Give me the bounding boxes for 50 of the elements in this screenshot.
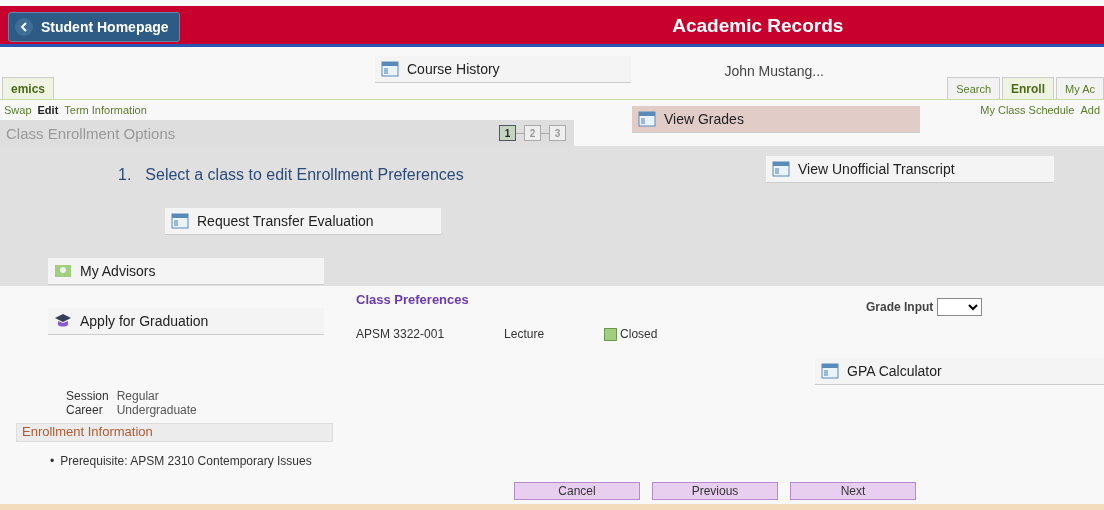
window-icon xyxy=(772,161,790,177)
menu-item[interactable]: Request Transfer Evaluation xyxy=(165,208,441,235)
window-icon xyxy=(171,213,189,229)
detail-label: Session xyxy=(66,389,109,403)
nav-tab[interactable]: Enroll xyxy=(1002,77,1055,99)
user-name: John Mustang... xyxy=(724,62,824,77)
grade-input-select[interactable] xyxy=(937,298,983,316)
grade-input-label: Grade Input xyxy=(866,300,934,314)
step-indicator: 3 xyxy=(549,125,566,141)
step-indicator: 2 xyxy=(524,125,541,141)
menu-item[interactable]: View Grades xyxy=(632,106,920,133)
nav-tab[interactable]: Search xyxy=(947,77,1001,99)
page-title: Academic Records xyxy=(671,14,845,37)
graduation-cap-icon xyxy=(54,313,72,329)
nav-button[interactable]: Next xyxy=(790,482,916,500)
detail-label: Career xyxy=(66,403,104,417)
step-number: 1. xyxy=(118,166,132,184)
nav-link[interactable]: My Class Schedule xyxy=(980,104,1075,116)
section-title: Class Enrollment Options xyxy=(6,124,176,142)
page-tab[interactable]: emics xyxy=(2,77,55,99)
nav-link[interactable]: Add xyxy=(1080,104,1100,116)
class-preferences-title: Class Preferences xyxy=(356,292,469,307)
menu-item[interactable]: Course History xyxy=(375,56,631,83)
window-icon xyxy=(638,111,656,127)
menu-item[interactable]: View Unofficial Transcript xyxy=(766,156,1054,183)
step-indicator: 1 xyxy=(499,125,516,141)
nav-tab[interactable]: My Ac xyxy=(1056,77,1104,99)
window-icon xyxy=(381,61,399,77)
class-component: Lecture xyxy=(504,327,545,341)
menu-item[interactable]: Apply for Graduation xyxy=(48,308,324,335)
step-heading: Select a class to edit Enrollment Preferences xyxy=(145,166,464,184)
status-icon xyxy=(604,327,618,341)
detail-value: Regular xyxy=(116,389,160,403)
chevron-left-icon xyxy=(15,18,33,36)
class-number: APSM 3322-001 xyxy=(356,327,445,341)
menu-item[interactable]: GPA Calculator xyxy=(815,358,1104,385)
requirement-item: Prerequisite: APSM 2310 Contemporary Issues xyxy=(60,454,312,468)
bullet: • xyxy=(50,454,55,468)
class-status: Closed xyxy=(620,327,658,341)
detail-value: Undergraduate xyxy=(116,403,197,417)
nav-button[interactable]: Cancel xyxy=(514,482,640,500)
back-button[interactable]: Student Homepage xyxy=(8,12,180,42)
people-icon xyxy=(54,263,72,279)
window-icon xyxy=(821,363,839,379)
nav-button[interactable]: Previous xyxy=(652,482,778,500)
enrollment-information-header: Enrollment Information xyxy=(16,423,333,442)
nav-link[interactable]: Edit xyxy=(37,104,59,116)
nav-link[interactable]: Term Information xyxy=(64,104,147,116)
nav-link[interactable]: Swap xyxy=(4,104,32,116)
menu-item[interactable]: My Advisors xyxy=(48,258,324,285)
